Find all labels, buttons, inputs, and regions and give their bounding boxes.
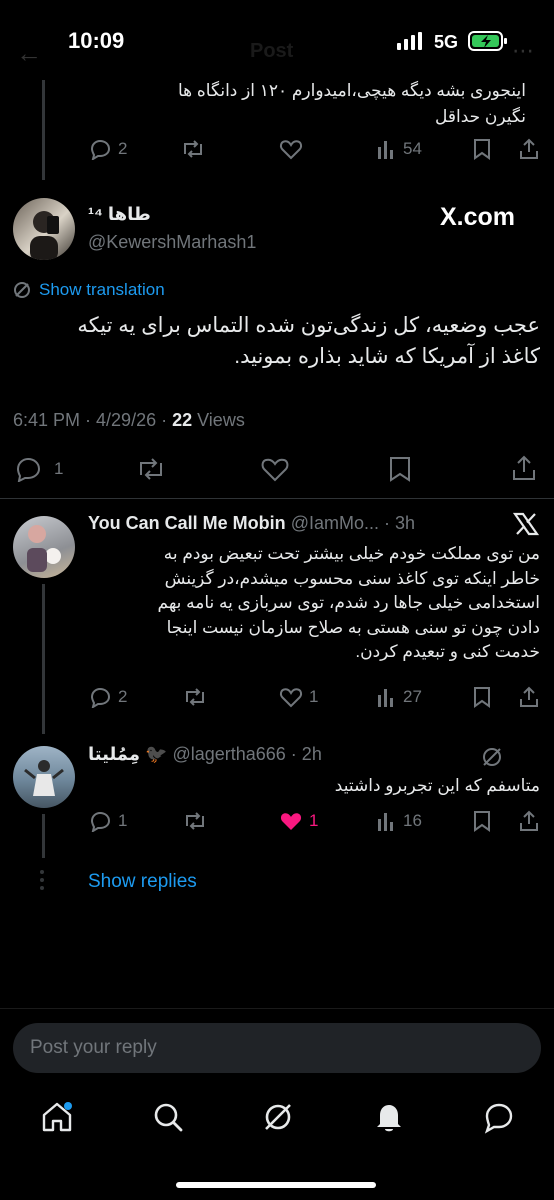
messages-icon[interactable] bbox=[482, 1100, 516, 1134]
handle[interactable]: @IamMo... · 3h bbox=[291, 513, 415, 533]
bookmark-icon bbox=[472, 810, 492, 832]
more-icon[interactable]: ⋯ bbox=[512, 38, 534, 64]
display-name[interactable]: طاها ¹⁴ bbox=[88, 204, 151, 225]
bookmark-icon bbox=[472, 686, 492, 708]
avatar[interactable] bbox=[13, 198, 75, 260]
reply-button[interactable]: 1 bbox=[14, 456, 63, 482]
share-icon bbox=[510, 454, 538, 482]
prev-views-button[interactable]: 54 bbox=[377, 138, 422, 160]
avatar[interactable] bbox=[13, 516, 75, 578]
thread-line bbox=[42, 80, 45, 180]
grok-icon[interactable] bbox=[481, 746, 503, 768]
like-button[interactable] bbox=[260, 456, 290, 482]
status-time: 10:09 bbox=[68, 28, 125, 53]
back-arrow-icon[interactable]: ← bbox=[16, 38, 42, 69]
heart-icon bbox=[260, 456, 290, 482]
prev-like-button[interactable] bbox=[279, 138, 303, 160]
battery-charging-icon bbox=[468, 30, 508, 52]
home-indicator bbox=[176, 1182, 376, 1188]
views-button[interactable]: 27 bbox=[377, 686, 422, 708]
notifications-icon[interactable] bbox=[372, 1100, 406, 1134]
search-icon[interactable] bbox=[151, 1100, 185, 1134]
share-button[interactable] bbox=[517, 685, 541, 709]
views-button[interactable]: 16 bbox=[377, 810, 422, 832]
reply-text: متاسفم که این تجربرو داشتید bbox=[334, 776, 540, 795]
grok-icon[interactable] bbox=[261, 1100, 295, 1134]
repost-button[interactable] bbox=[135, 456, 167, 482]
bookmark-button[interactable] bbox=[472, 810, 492, 832]
more-dots-icon bbox=[40, 870, 44, 890]
bookmark-icon bbox=[472, 138, 492, 160]
reply-header: You Can Call Me Mobin @IamMo... · 3h bbox=[88, 513, 496, 534]
handle[interactable]: @lagertha666 · 2h bbox=[172, 744, 321, 764]
prev-reply-button[interactable]: 2 bbox=[88, 138, 127, 160]
reply-icon bbox=[14, 456, 42, 482]
post-timestamp: 6:41 PM · 4/29/26 · 22 Views bbox=[13, 410, 245, 430]
prev-bookmark-button[interactable] bbox=[472, 138, 492, 160]
bookmark-button[interactable] bbox=[472, 686, 492, 708]
bookmark-icon bbox=[387, 456, 413, 482]
bottom-nav bbox=[0, 1090, 554, 1200]
like-button[interactable]: 1 bbox=[279, 686, 318, 708]
show-replies-link[interactable]: Show replies bbox=[88, 871, 197, 893]
share-button[interactable] bbox=[517, 809, 541, 833]
share-icon bbox=[517, 685, 541, 709]
display-name[interactable]: You Can Call Me Mobin bbox=[88, 513, 286, 533]
share-icon bbox=[517, 137, 541, 161]
heart-icon bbox=[279, 138, 303, 160]
prev-reply-text: اینجوری بشه دیگه هیچی،امیدوارم ۱۲۰ از دا… bbox=[178, 81, 526, 126]
repost-icon bbox=[180, 138, 206, 160]
prev-repost-button[interactable] bbox=[180, 138, 206, 160]
thread-line bbox=[42, 814, 45, 858]
home-icon[interactable] bbox=[40, 1100, 74, 1134]
repost-button[interactable] bbox=[182, 810, 208, 832]
views-icon bbox=[377, 686, 397, 708]
reply-button[interactable]: 1 bbox=[88, 810, 127, 832]
views-icon bbox=[377, 810, 397, 832]
reply-input-placeholder: Post your reply bbox=[30, 1037, 157, 1058]
composer-bar bbox=[0, 1008, 554, 1009]
show-translation-link[interactable]: Show translation bbox=[13, 280, 165, 300]
reply-icon bbox=[88, 810, 112, 832]
avatar[interactable] bbox=[13, 746, 75, 808]
repost-icon bbox=[135, 456, 167, 482]
reply-header: مِمُلیتا 🐦‍⬛ @lagertha666 · 2h bbox=[88, 744, 322, 765]
reply-text: من توی مملکت خودم خیلی بیشتر تحت تبعیض ب… bbox=[157, 544, 540, 661]
bookmark-button[interactable] bbox=[387, 456, 413, 482]
repost-icon bbox=[182, 810, 208, 832]
post-text: عجب وضعیه، کل زندگی‌تون شده التماس برای … bbox=[77, 314, 540, 368]
x-logo-icon bbox=[513, 512, 539, 536]
share-icon bbox=[517, 809, 541, 833]
source-logo: X.com bbox=[440, 203, 516, 231]
header-title: Post bbox=[250, 40, 294, 62]
repost-icon bbox=[182, 686, 208, 708]
repost-button[interactable] bbox=[182, 686, 208, 708]
share-button[interactable] bbox=[510, 454, 538, 482]
like-button[interactable]: 1 bbox=[279, 810, 318, 832]
status-bar: ← 10:09 Post 5G ⋯ bbox=[0, 0, 554, 80]
signal-icon bbox=[397, 32, 423, 50]
reply-icon bbox=[88, 686, 112, 708]
display-name[interactable]: مِمُلیتا 🐦‍⬛ bbox=[88, 744, 167, 764]
heart-filled-icon bbox=[279, 810, 303, 832]
views-count: 22 bbox=[172, 410, 193, 430]
heart-icon bbox=[279, 686, 303, 708]
handle[interactable]: @KewershMarhash1 bbox=[88, 232, 256, 253]
thread-line bbox=[42, 584, 45, 734]
divider bbox=[0, 498, 554, 499]
reply-icon bbox=[88, 138, 112, 160]
reply-button[interactable]: 2 bbox=[88, 686, 127, 708]
translate-icon bbox=[13, 281, 31, 299]
prev-share-button[interactable] bbox=[517, 137, 541, 161]
network-label: 5G bbox=[434, 32, 459, 52]
reply-input[interactable]: Post your reply bbox=[13, 1023, 541, 1073]
views-icon bbox=[377, 138, 397, 160]
